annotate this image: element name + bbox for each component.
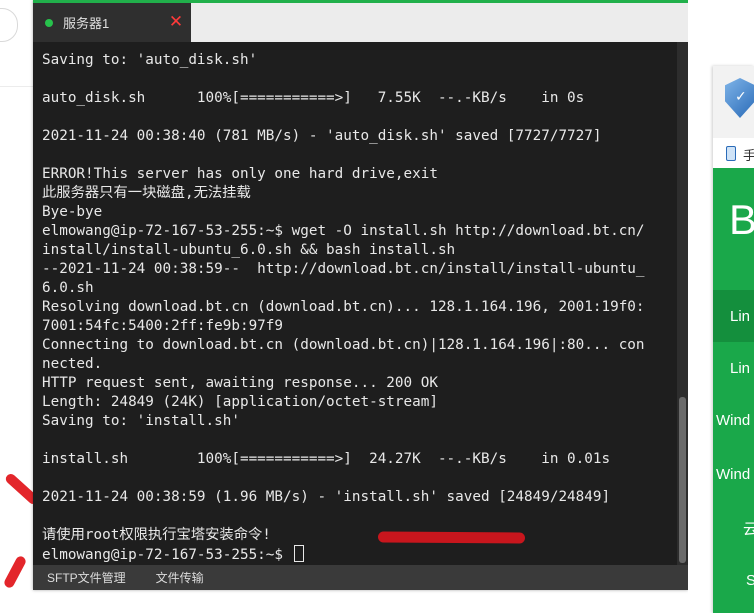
divider [0, 86, 33, 87]
phone-row[interactable]: 手 [713, 138, 754, 169]
tab-server-1[interactable]: 服务器1 ✕ [33, 3, 191, 42]
menu-item-label: 云 [743, 520, 754, 538]
scrollbar-thumb[interactable] [679, 397, 686, 563]
terminal-line: --2021-11-24 00:38:59-- http://download.… [42, 261, 645, 277]
annotation-scribble [377, 531, 526, 544]
annotation-scribble [2, 554, 28, 590]
terminal-line: elmowang@ip-72-167-53-255:~$ wget -O ins… [42, 223, 645, 239]
terminal-window: 服务器1 ✕ Saving to: 'auto_disk.sh' auto_dis… [33, 0, 688, 590]
terminal-line: install/install-ubuntu_6.0.sh && bash in… [42, 242, 456, 258]
menu-item-windows-1[interactable]: Wind [713, 394, 754, 446]
terminal-line: install.sh 100%[===========>] 24.27K --.… [42, 451, 611, 467]
os-menu: B Lin Lin Wind Wind 云 S [713, 168, 754, 613]
tab-bar: 服务器1 ✕ [33, 0, 688, 42]
sftp-file-manager-tab[interactable]: SFTP文件管理 [47, 569, 126, 586]
menu-item-label: Wind [716, 465, 751, 483]
terminal-line: Bye-bye [42, 204, 103, 220]
background-page-left [0, 0, 41, 613]
terminal-line: Resolving download.bt.cn (download.bt.cn… [42, 299, 645, 315]
terminal-line: HTTP request sent, awaiting response... … [42, 375, 438, 391]
terminal-prompt-line: elmowang@ip-72-167-53-255:~$ [42, 545, 645, 564]
background-page-right: ✓ 手 B Lin Lin Wind Wind 云 S [688, 0, 754, 613]
menu-title: B [729, 196, 754, 243]
phone-label: 手 [743, 148, 754, 163]
tab-title: 服务器1 [63, 16, 110, 31]
terminal-line: Length: 24849 (24K) [application/octet-s… [42, 394, 438, 410]
terminal-line: nected. [42, 356, 103, 372]
terminal-line: Connecting to download.bt.cn (download.b… [42, 337, 645, 353]
connection-status-icon [45, 18, 53, 27]
menu-item-label: Wind [716, 411, 751, 429]
terminal-line: 请使用root权限执行宝塔安装命令! [42, 527, 271, 543]
menu-item-windows-2[interactable]: Wind [713, 448, 754, 500]
terminal-line: 2021-11-24 00:38:59 (1.96 MB/s) - 'insta… [42, 489, 611, 505]
background-search-input[interactable] [0, 8, 18, 42]
menu-item-linux-2[interactable]: Lin [713, 342, 754, 394]
terminal-line: 7001:54fc:5400:2ff:fe9b:97f9 [42, 318, 284, 334]
menu-item-s[interactable]: S [713, 554, 754, 606]
terminal-line: 2021-11-24 00:38:40 (781 MB/s) - 'auto_d… [42, 128, 602, 144]
check-icon: ✓ [735, 88, 747, 104]
panel-header: ✓ [713, 66, 754, 138]
menu-item-label: S [746, 571, 754, 589]
menu-item-linux-1[interactable]: Lin [713, 290, 754, 342]
phone-icon [726, 146, 736, 161]
menu-item-cloud[interactable]: 云 [713, 502, 754, 554]
terminal-line: 此服务器只有一块磁盘,无法挂载 [42, 185, 251, 201]
close-icon[interactable]: ✕ [167, 13, 185, 31]
scrollbar[interactable] [677, 42, 688, 565]
menu-item-label: Lin [730, 359, 751, 377]
bottom-toolbar: SFTP文件管理 文件传输 [33, 565, 688, 590]
terminal-text: Saving to: 'auto_disk.sh' auto_disk.sh 10… [42, 51, 645, 564]
terminal-output[interactable]: Saving to: 'auto_disk.sh' auto_disk.sh 10… [33, 42, 677, 565]
terminal-cursor [293, 545, 304, 562]
side-panel: ✓ 手 B Lin Lin Wind Wind 云 S [713, 66, 754, 613]
terminal-line: Saving to: 'auto_disk.sh' [42, 52, 258, 68]
terminal-line: Saving to: 'install.sh' [42, 413, 240, 429]
terminal-line: 6.0.sh [42, 280, 94, 296]
menu-item-label: Lin [730, 307, 751, 325]
file-transfer-tab[interactable]: 文件传输 [156, 569, 204, 586]
terminal-line: auto_disk.sh 100%[===========>] 7.55K --… [42, 90, 585, 106]
terminal-line: ERROR!This server has only one hard driv… [42, 166, 438, 182]
terminal-prompt: elmowang@ip-72-167-53-255:~$ [42, 547, 292, 563]
